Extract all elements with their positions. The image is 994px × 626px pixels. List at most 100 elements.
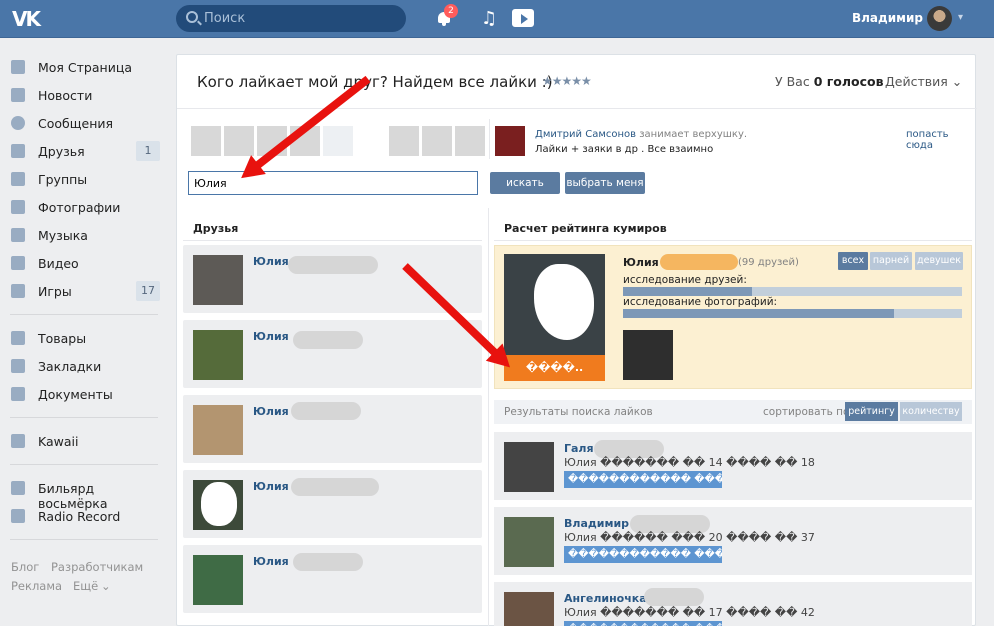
research-friends-label: исследование друзей: — [623, 274, 747, 286]
sidebar-item-label: Игры — [38, 284, 72, 299]
sidebar-item-games[interactable]: Игры 17 — [0, 279, 165, 303]
sidebar-item-news[interactable]: Новости — [0, 83, 165, 107]
sidebar-item-kawaii[interactable]: Kawaii — [0, 429, 165, 453]
result-name[interactable]: Галя — [564, 442, 594, 455]
apps-grid-icon — [11, 509, 25, 523]
friend-item[interactable]: Юлия — [183, 470, 482, 538]
sort-label: сортировать по — [763, 406, 850, 418]
friend-avatar[interactable] — [193, 405, 243, 455]
sidebar-item-radio-record[interactable]: Radio Record — [0, 504, 165, 528]
friend-search-input[interactable] — [188, 171, 478, 195]
tab-girls[interactable]: девушек — [915, 252, 963, 270]
friend-avatar[interactable] — [193, 330, 243, 380]
promo-thumb[interactable] — [389, 126, 419, 156]
search-input[interactable] — [204, 9, 394, 28]
result-avatar[interactable] — [504, 517, 554, 567]
friend-avatar[interactable] — [193, 480, 243, 530]
promo-thumb[interactable] — [422, 126, 452, 156]
promo-leader[interactable]: Дмитрий Самсонов занимает верхушку. — [535, 129, 747, 140]
blurred-surname — [288, 256, 378, 274]
idol-photo-thumb[interactable] — [623, 330, 673, 380]
search-button[interactable]: искать — [490, 172, 560, 194]
sort-by-rating[interactable]: рейтингу — [845, 402, 898, 421]
promo-leader-name[interactable]: Дмитрий Самсонов — [535, 129, 636, 140]
footer-link-more[interactable]: Ещё — [73, 579, 98, 593]
sidebar-item-messages[interactable]: Сообщения — [0, 111, 165, 135]
avatar[interactable] — [927, 6, 952, 31]
blurred-surname — [660, 254, 738, 270]
actions-label: Действия — [885, 74, 948, 89]
friend-item[interactable]: Юлия — [183, 320, 482, 388]
votes-info: У Вас 0 голосов — [775, 74, 884, 89]
friends-count-badge: 1 — [136, 141, 160, 161]
chevron-down-icon[interactable]: ⌄ — [101, 579, 111, 593]
result-name[interactable]: Владимир — [564, 517, 629, 530]
sidebar-item-groups[interactable]: Группы — [0, 167, 165, 191]
rating-stars[interactable]: ★★★★★ — [542, 74, 592, 88]
tab-all[interactable]: всех — [838, 252, 868, 270]
result-like-bar[interactable]: ������������ ��� — [564, 621, 722, 626]
friend-name[interactable]: Юлия — [253, 555, 289, 568]
sidebar-item-goods[interactable]: Товары — [0, 326, 165, 350]
footer-link-developers[interactable]: Разработчикам — [51, 560, 143, 574]
sidebar-item-video[interactable]: Видео — [0, 251, 165, 275]
idol-photo-label[interactable]: ����.. — [504, 355, 605, 381]
research-friends-progress — [623, 287, 962, 296]
sidebar-item-my-page[interactable]: Моя Страница — [0, 55, 165, 79]
result-like-bar[interactable]: ������������ ��� — [564, 546, 722, 563]
friend-item[interactable]: Юлия — [183, 545, 482, 613]
music-icon[interactable]: ♫ — [481, 8, 497, 29]
promo-thumb[interactable] — [224, 126, 254, 156]
friend-name[interactable]: Юлия — [253, 255, 289, 268]
research-photos-label: исследование фотографий: — [623, 296, 778, 308]
result-avatar[interactable] — [504, 442, 554, 492]
sidebar-item-music[interactable]: Музыка — [0, 223, 165, 247]
idol-card: ����.. Юлия (99 друзей) всех парней деву… — [494, 245, 972, 389]
games-count-badge: 17 — [136, 281, 160, 301]
friend-avatar[interactable] — [193, 555, 243, 605]
footer-link-ads[interactable]: Реклама — [11, 579, 62, 593]
friend-name[interactable]: Юлия — [253, 330, 289, 343]
sidebar-item-label: Моя Страница — [38, 60, 132, 75]
vk-logo[interactable]: VK — [12, 7, 46, 31]
sidebar-item-photos[interactable]: Фотографии — [0, 195, 165, 219]
user-name[interactable]: Владимир — [852, 11, 923, 25]
messages-icon — [11, 116, 25, 130]
select-me-button[interactable]: выбрать меня — [565, 172, 645, 194]
promo-avatar[interactable] — [495, 126, 525, 156]
tab-guys[interactable]: парней — [870, 252, 912, 270]
house-icon — [11, 60, 25, 74]
friend-avatar[interactable] — [193, 255, 243, 305]
sidebar-item-bookmarks[interactable]: Закладки — [0, 354, 165, 378]
promo-thumb[interactable] — [455, 126, 485, 156]
friend-name[interactable]: Юлия — [253, 480, 289, 493]
result-name[interactable]: Ангелиночка — [564, 592, 647, 605]
sidebar-item-documents[interactable]: Документы — [0, 382, 165, 406]
sidebar-item-label: Новости — [38, 88, 93, 103]
sidebar-item-friends[interactable]: Друзья 1 — [0, 139, 165, 163]
friend-item[interactable]: Юлия — [183, 395, 482, 463]
actions-menu[interactable]: Действия ⌄ — [885, 74, 962, 89]
play-icon[interactable] — [512, 9, 534, 27]
result-item[interactable]: Владимир Юлия ������ ��� 20 ���� �� 37 �… — [494, 507, 972, 575]
idol-name[interactable]: Юлия — [623, 256, 659, 269]
notifications-badge: 2 — [444, 4, 458, 18]
result-item[interactable]: Галя Юлия ������� �� 14 ���� �� 18 �����… — [494, 432, 972, 500]
blurred-face — [534, 264, 594, 340]
star-icon — [11, 359, 25, 373]
friend-name[interactable]: Юлия — [253, 405, 289, 418]
get-here-link[interactable]: попасть сюда — [906, 129, 975, 151]
chevron-down-icon[interactable]: ▾ — [958, 12, 963, 23]
result-like-bar[interactable]: ������������ ��� — [564, 471, 722, 488]
community-icon — [11, 434, 25, 448]
sort-by-count[interactable]: количеству — [900, 402, 962, 421]
footer-link-blog[interactable]: Блог — [11, 560, 39, 574]
camera-icon[interactable] — [323, 126, 353, 156]
sidebar-item-label: Закладки — [38, 359, 102, 374]
bag-icon — [11, 331, 25, 345]
sidebar-item-billiards[interactable]: Бильярд восьмёрка — [0, 476, 165, 511]
search-box[interactable] — [176, 5, 406, 32]
promo-thumb[interactable] — [191, 126, 221, 156]
result-item[interactable]: Ангелиночка Юлия ������� �� 17 ���� �� 4… — [494, 582, 972, 626]
result-avatar[interactable] — [504, 592, 554, 626]
